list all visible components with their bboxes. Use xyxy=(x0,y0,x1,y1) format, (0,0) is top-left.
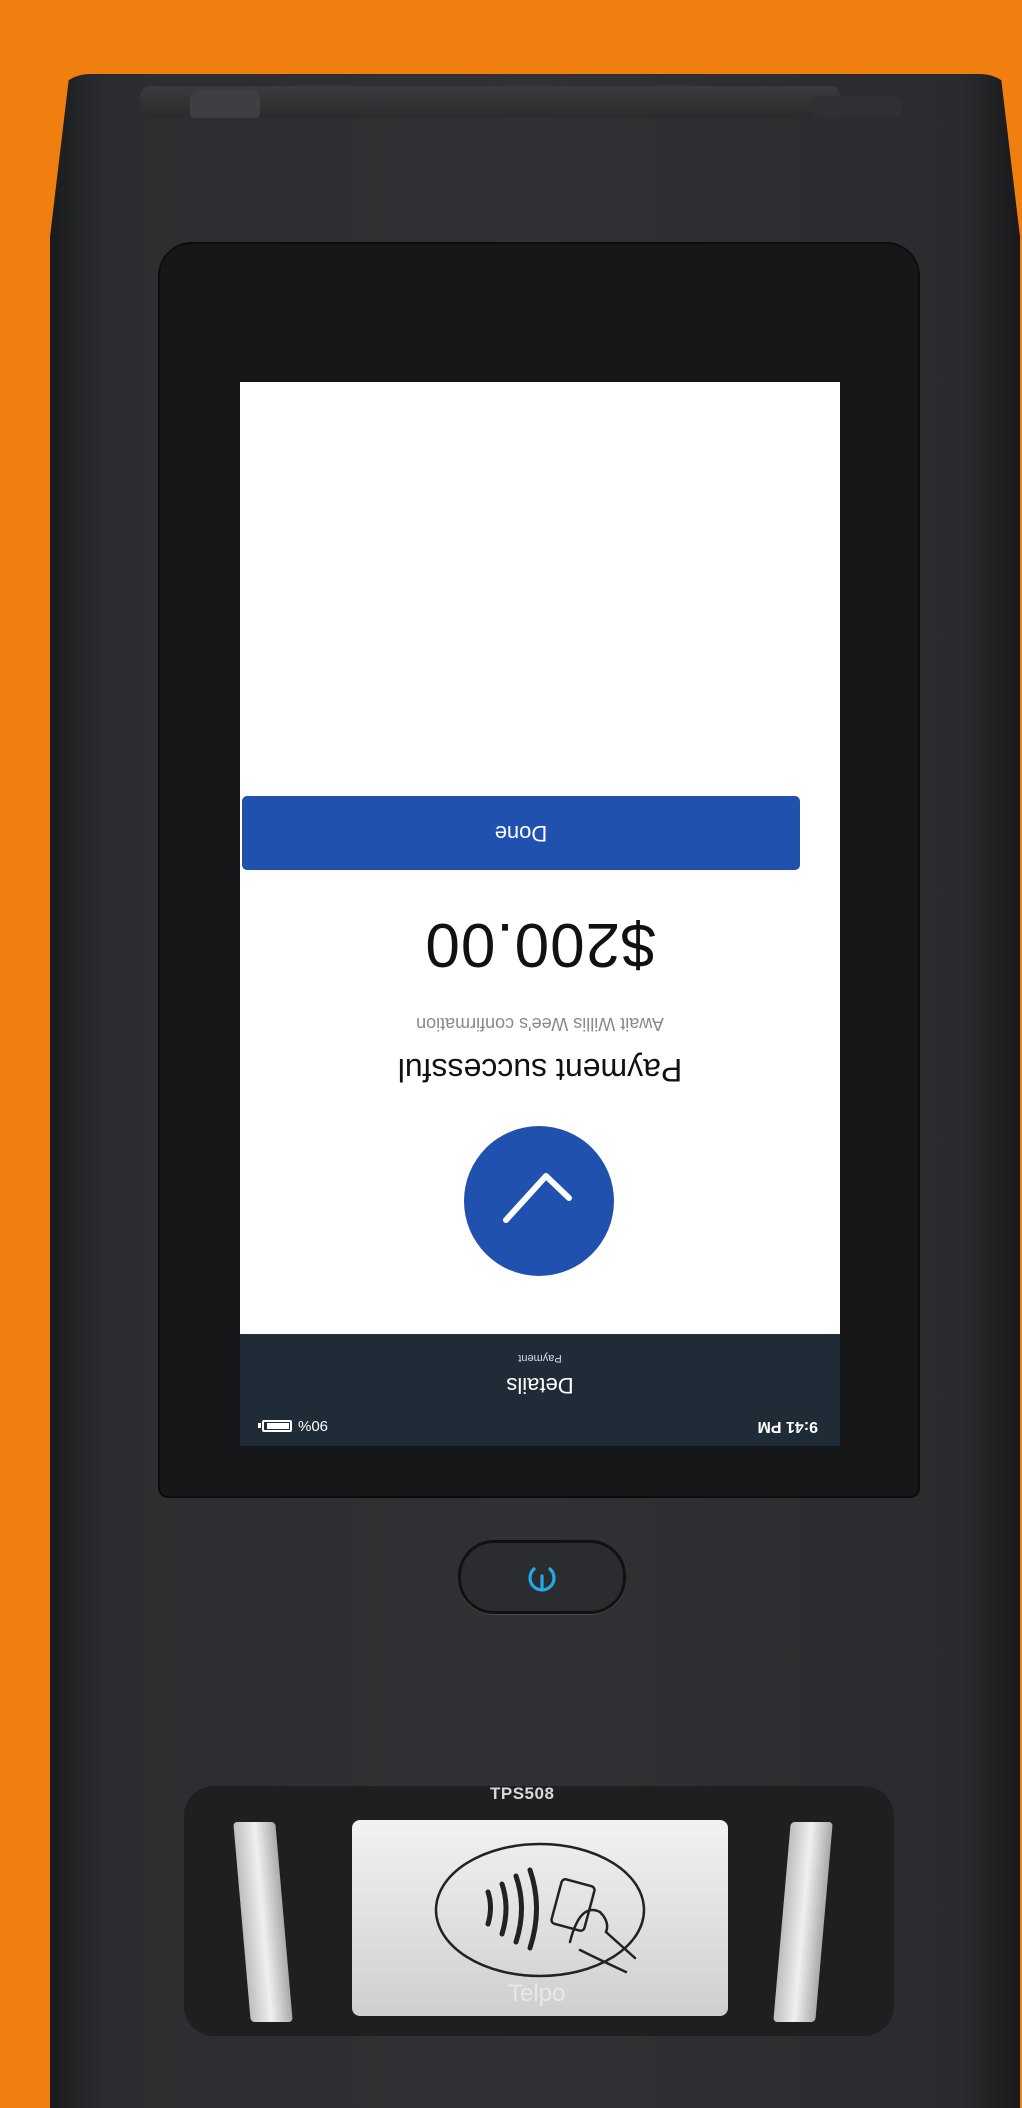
app-bar: Details Payment xyxy=(240,1334,840,1406)
page-subtitle: Payment xyxy=(518,1352,562,1364)
battery-icon xyxy=(262,1420,292,1432)
top-slot xyxy=(812,96,902,118)
status-title: Payment successful xyxy=(397,1052,683,1088)
side-key xyxy=(190,90,260,118)
status-bar: 9:41 PM 90% xyxy=(240,1406,840,1446)
success-badge xyxy=(464,1126,614,1276)
rotated-screen-content: 9:41 PM 90% Details Payment Payment succ… xyxy=(240,382,840,1446)
brand-logo: Telpo xyxy=(508,1980,566,2007)
power-icon xyxy=(528,1567,556,1592)
terminal-screen: 9:41 PM 90% Details Payment Payment succ… xyxy=(240,382,840,1446)
done-button[interactable]: Done xyxy=(242,796,800,870)
status-subtitle: Await Willis Wee's confirmation xyxy=(416,1014,664,1034)
power-button[interactable] xyxy=(458,1540,626,1614)
battery-status: 90% xyxy=(262,1418,328,1435)
status-time: 9:41 PM xyxy=(757,1418,818,1435)
model-label: TPS508 xyxy=(490,1784,555,1803)
battery-percent: 90% xyxy=(298,1417,329,1435)
page-title: Details xyxy=(506,1373,574,1398)
payment-amount: $200.00 xyxy=(424,910,656,979)
check-icon xyxy=(503,1173,572,1223)
contactless-icon xyxy=(434,1842,646,1978)
